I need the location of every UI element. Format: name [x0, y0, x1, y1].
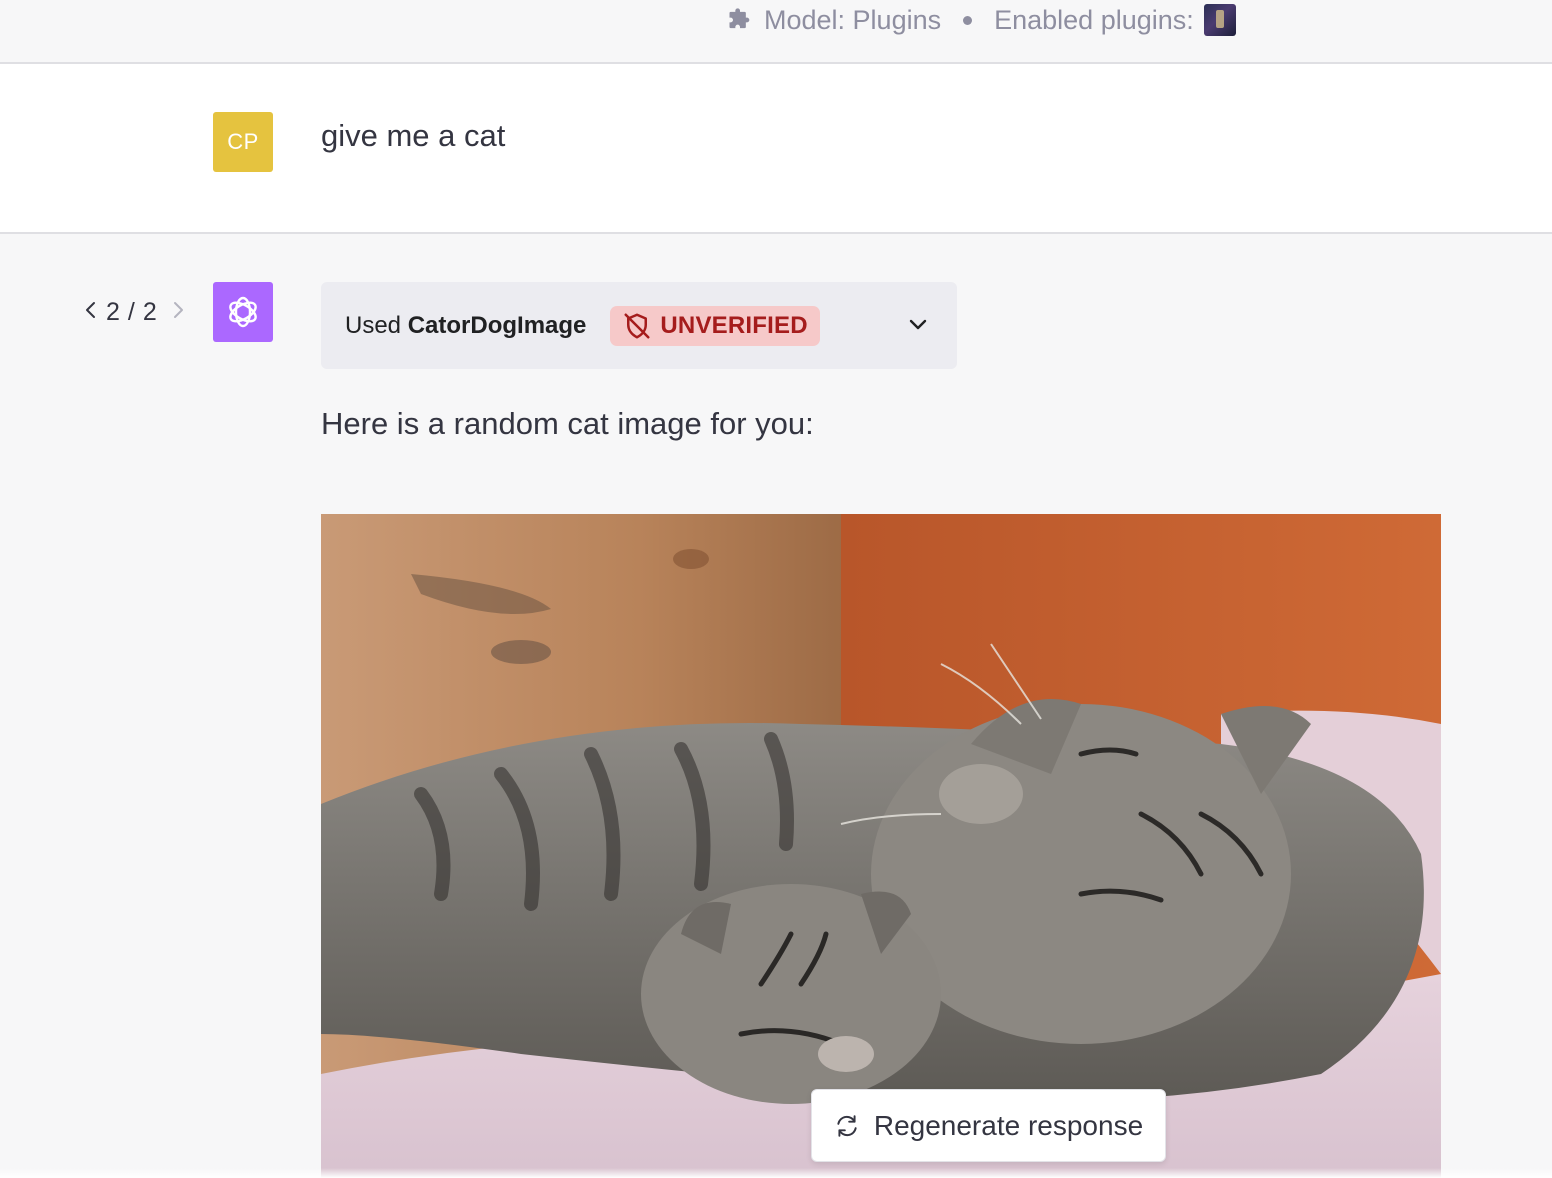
response-pager: 2 / 2	[84, 298, 185, 327]
user-message-text: give me a cat	[321, 118, 506, 153]
user-avatar: CP	[213, 112, 273, 172]
pager-current: 2	[106, 298, 120, 326]
chevron-down-icon[interactable]	[905, 312, 931, 338]
cat-photo	[321, 514, 1441, 1178]
pager-separator: /	[127, 298, 135, 326]
pager-total: 2	[142, 298, 157, 326]
bottom-fade	[0, 1168, 1552, 1178]
separator-dot	[963, 15, 973, 25]
shield-off-icon	[622, 311, 652, 341]
assistant-avatar	[213, 282, 273, 342]
openai-logo-icon	[223, 292, 263, 332]
user-message-row: CP give me a cat	[0, 64, 1552, 234]
plugin-thumbnail[interactable]	[1203, 4, 1236, 36]
unverified-badge: UNVERIFIED	[610, 305, 820, 346]
chevron-left-icon[interactable]	[84, 300, 98, 326]
model-label: Model: Plugins	[764, 4, 942, 35]
plugin-used-text: Used CatorDogImage	[345, 312, 586, 340]
plugin-name: CatorDogImage	[407, 311, 587, 339]
assistant-message-text: Here is a random cat image for you:	[321, 406, 814, 441]
regenerate-button[interactable]: Regenerate response	[811, 1089, 1166, 1162]
refresh-icon	[834, 1113, 860, 1139]
chevron-right-icon[interactable]	[171, 300, 185, 326]
regenerate-label: Regenerate response	[873, 1109, 1144, 1141]
assistant-message-row: 2 / 2 Used CatorDogImage UNVERIFIED Here…	[0, 234, 1552, 1178]
plugin-used-panel[interactable]: Used CatorDogImage UNVERIFIED	[321, 282, 957, 369]
model-bar: Model: Plugins Enabled plugins:	[0, 0, 1552, 64]
enabled-plugins-label: Enabled plugins:	[994, 4, 1194, 35]
puzzle-icon	[726, 6, 754, 34]
plugin-used-prefix: Used	[345, 311, 402, 339]
badge-label: UNVERIFIED	[660, 311, 808, 339]
model-info: Model: Plugins Enabled plugins:	[726, 4, 1236, 36]
